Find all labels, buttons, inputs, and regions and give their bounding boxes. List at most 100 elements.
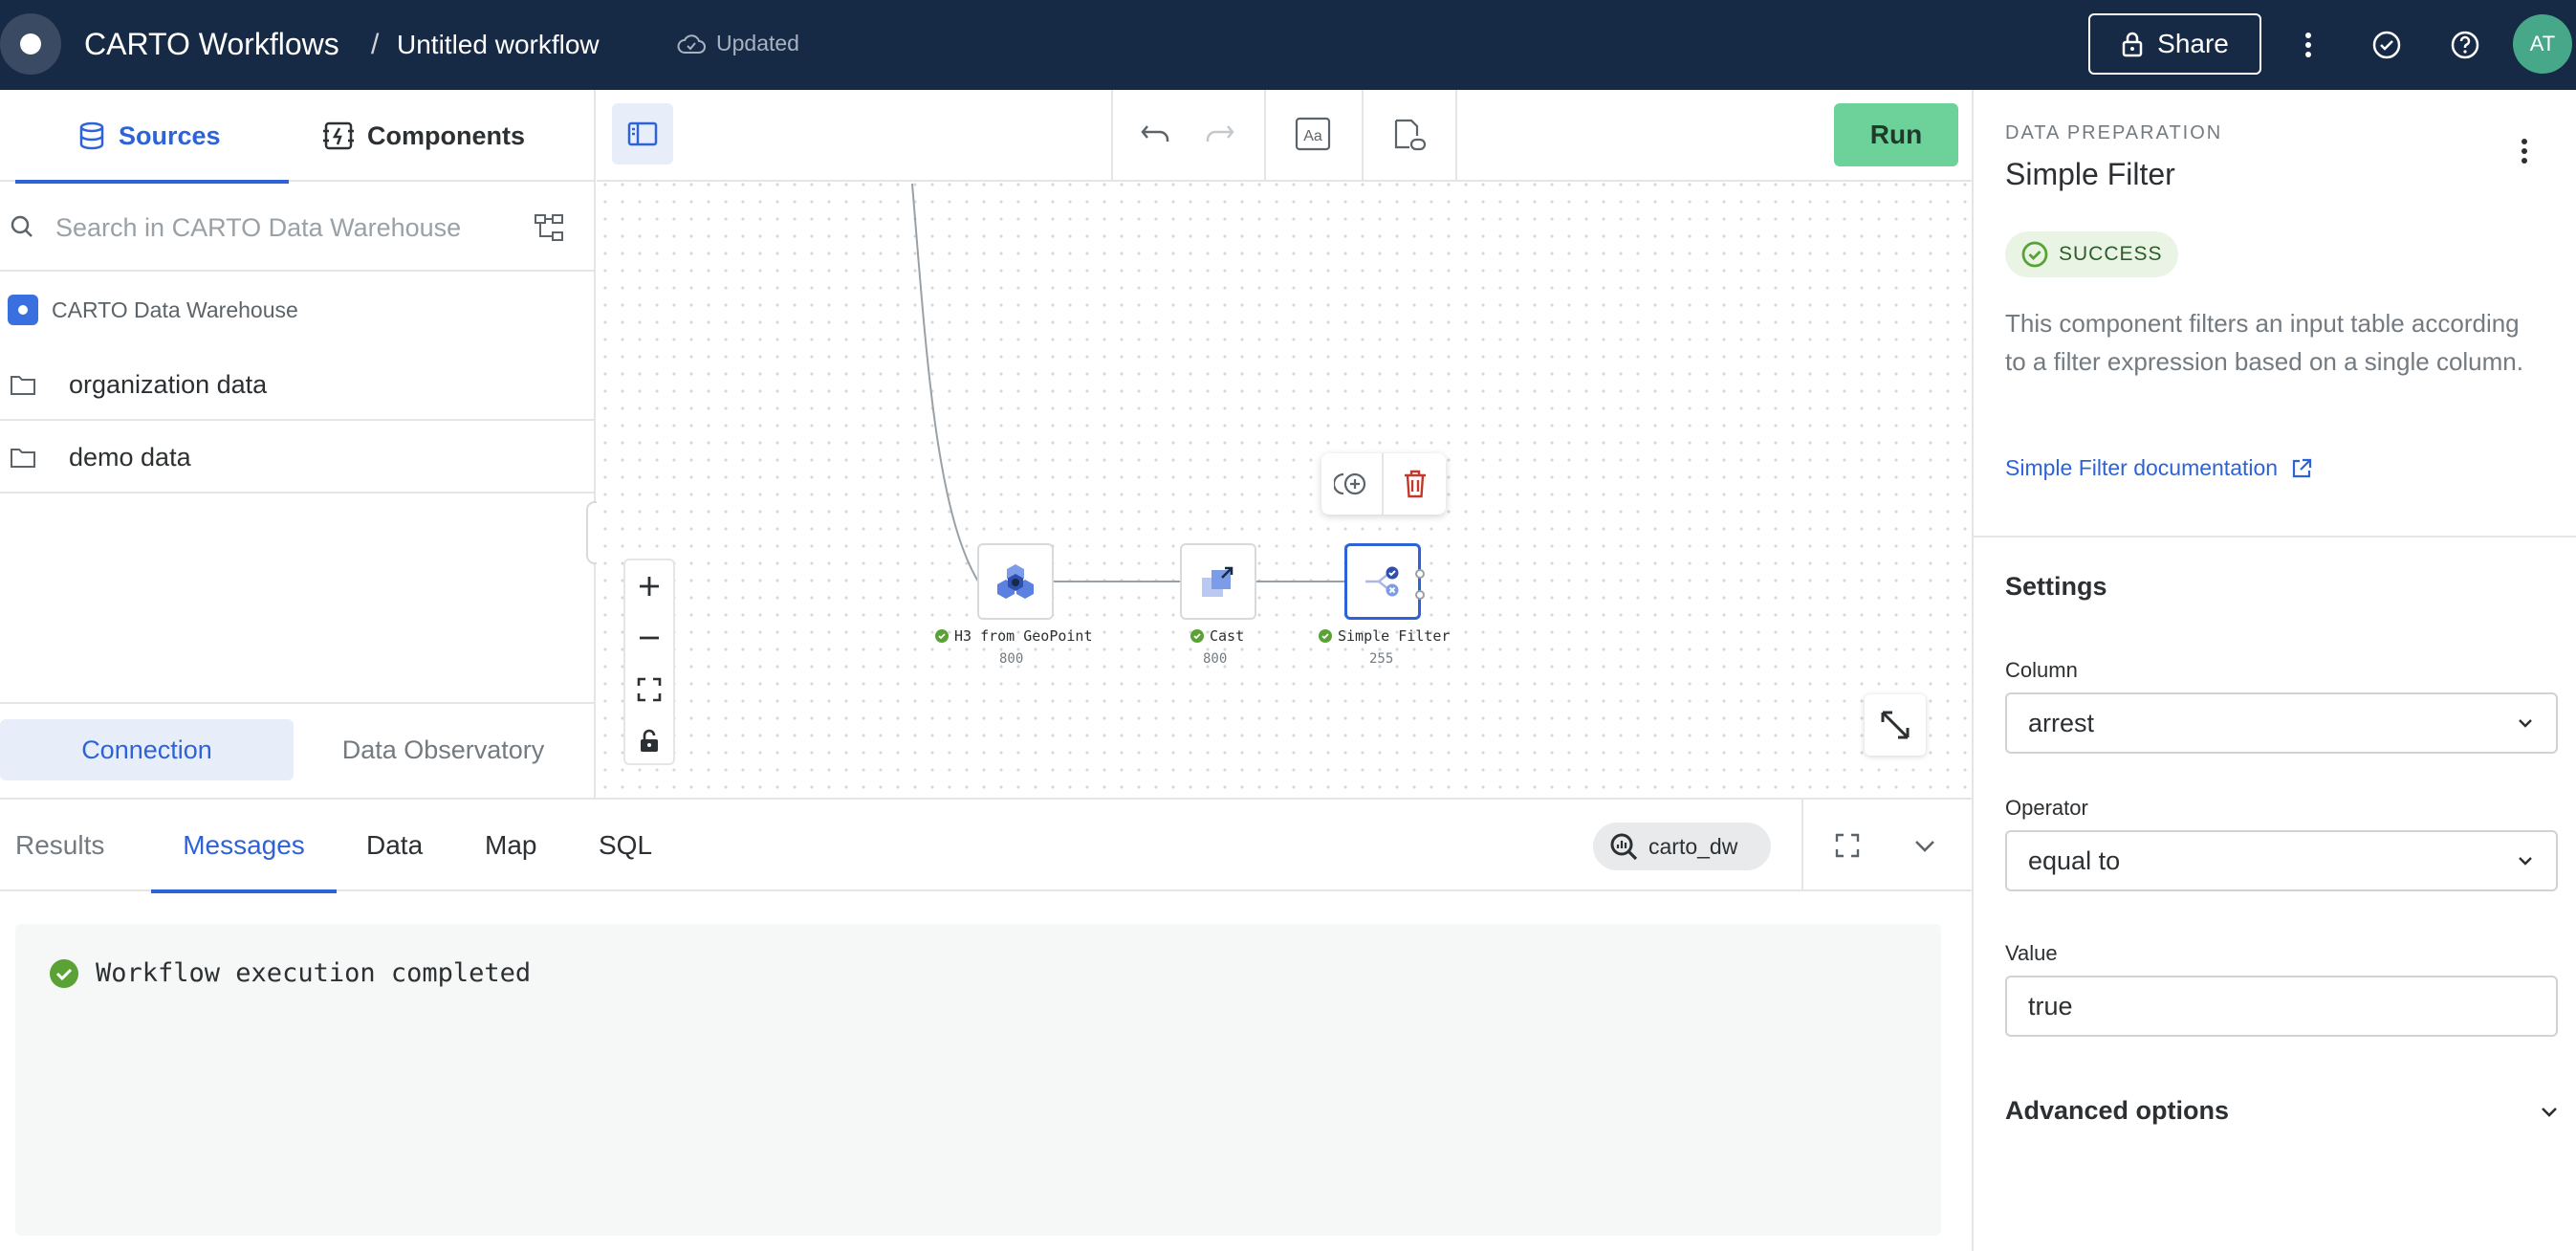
collapse-panel-icon[interactable] [1912, 836, 1937, 860]
more-vertical-icon[interactable] [2289, 26, 2327, 64]
node-label-simple-filter: Simple Filter [1319, 627, 1450, 645]
tab-sources-label: Sources [119, 121, 221, 150]
chevron-down-icon [2542, 1107, 2557, 1117]
node-actions-toolbar [1321, 453, 1446, 515]
node-label-text: H3 from GeoPoint [954, 627, 1093, 645]
documentation-link-label: Simple Filter documentation [2005, 455, 2279, 480]
tab-sources[interactable]: Sources [15, 90, 289, 184]
connection-chip-label: carto_dw [1648, 833, 1738, 859]
settings-title: Settings [2005, 572, 2107, 601]
external-link-icon [2292, 458, 2312, 477]
node-row-count: 800 [1203, 651, 1228, 667]
log-message-text: Workflow execution completed [96, 958, 532, 988]
search-input[interactable] [55, 205, 505, 251]
output-port-true[interactable] [1415, 569, 1425, 579]
output-port-false[interactable] [1415, 590, 1425, 600]
node-label-text: Simple Filter [1338, 627, 1451, 645]
column-label: Column [2005, 658, 2078, 682]
value-label: Value [2005, 941, 2058, 965]
tab-messages[interactable]: Messages [151, 800, 337, 893]
folder-icon [11, 449, 35, 468]
folder-organization-data[interactable]: organization data [0, 350, 594, 421]
add-branch-icon[interactable] [1321, 453, 1384, 515]
components-icon [323, 121, 354, 150]
tab-map[interactable]: Map [485, 800, 536, 891]
tab-sql[interactable]: SQL [599, 800, 652, 891]
lock-canvas-icon[interactable] [625, 715, 673, 767]
carto-logo[interactable] [0, 13, 61, 75]
check-circle-icon[interactable] [2368, 26, 2406, 64]
lock-icon [2122, 32, 2143, 57]
tab-data[interactable]: Data [366, 800, 423, 891]
expand-diagonal-icon [1881, 711, 1910, 739]
source-search [0, 184, 594, 272]
sources-sidebar: Sources Components CARTO Data Warehouse … [0, 90, 603, 798]
tab-components[interactable]: Components [323, 90, 525, 182]
results-tabs: Results Messages Data Map SQL carto_dw [0, 800, 1972, 893]
cloud-icon [677, 33, 706, 54]
folder-icon [11, 376, 35, 395]
help-icon[interactable] [2446, 26, 2484, 64]
node-simple-filter[interactable] [1344, 543, 1425, 620]
share-button[interactable]: Share [2088, 13, 2261, 75]
save-status: Updated [676, 31, 799, 56]
zoom-out-icon[interactable] [625, 612, 673, 664]
breadcrumb-separator: / [371, 29, 380, 60]
share-label: Share [2157, 29, 2229, 58]
user-avatar[interactable]: AT [2513, 14, 2572, 74]
tab-data-observatory[interactable]: Data Observatory [296, 719, 590, 780]
node-h3-from-geopoint[interactable] [977, 543, 1054, 620]
more-vertical-icon[interactable] [2521, 138, 2528, 169]
status-text: SUCCESS [2059, 243, 2163, 265]
h3-hexagon-icon [997, 564, 1034, 599]
column-select-value: arrest [2028, 708, 2095, 737]
expand-canvas-button[interactable] [1865, 694, 1926, 756]
delete-node-icon[interactable] [1384, 453, 1446, 515]
data-warehouse-icon [8, 295, 38, 325]
tab-connection[interactable]: Connection [0, 719, 294, 780]
tree-view-icon[interactable] [534, 212, 564, 243]
log-message: Workflow execution completed [50, 958, 531, 988]
connection-chip[interactable]: carto_dw [1593, 823, 1771, 870]
workflow-canvas[interactable]: Aa Run H3 from GeoPoint 800 Cast 800 Sim… [597, 90, 1972, 798]
results-panel: Results Messages Data Map SQL carto_dw W… [0, 798, 1972, 1251]
operator-select-value: equal to [2028, 845, 2121, 875]
component-settings-panel: DATA PREPARATION Simple Filter SUCCESS T… [1972, 90, 2576, 1251]
fullscreen-icon[interactable] [1834, 832, 1861, 864]
advanced-options-toggle[interactable]: Advanced options [2005, 1096, 2560, 1126]
workflow-connections [911, 183, 1344, 582]
tab-results[interactable]: Results [15, 800, 104, 891]
node-label-h3: H3 from GeoPoint [935, 627, 1093, 645]
sidebar-tabs: Sources Components [0, 90, 596, 184]
operator-select[interactable]: equal to [2005, 830, 2558, 891]
component-category: DATA PREPARATION [2005, 122, 2223, 143]
database-icon [79, 121, 104, 150]
folder-demo-data[interactable]: demo data [0, 423, 594, 494]
node-row-count: 800 [999, 651, 1024, 667]
node-cast[interactable] [1180, 543, 1256, 620]
column-select[interactable]: arrest [2005, 692, 2558, 754]
cast-icon [1202, 566, 1233, 597]
value-input[interactable]: true [2005, 976, 2558, 1037]
panel-divider [1974, 536, 2576, 538]
filter-split-icon [1365, 566, 1399, 597]
app-title[interactable]: CARTO Workflows [84, 27, 339, 62]
check-circle-icon [2021, 241, 2048, 268]
success-check-icon [1190, 629, 1204, 643]
search-icon [11, 215, 33, 237]
documentation-link[interactable]: Simple Filter documentation [2005, 455, 2312, 481]
workflow-title[interactable]: Untitled workflow [397, 30, 600, 60]
advanced-options-label: Advanced options [2005, 1096, 2230, 1125]
connection-header[interactable]: CARTO Data Warehouse [8, 295, 298, 325]
tabs-divider [1801, 800, 1803, 891]
chevron-down-icon [2519, 719, 2532, 728]
chevron-down-icon [2519, 857, 2532, 866]
fit-view-icon[interactable] [625, 664, 673, 715]
search-database-icon [1610, 833, 1638, 861]
node-row-count: 255 [1369, 651, 1394, 667]
value-input-text: true [2028, 991, 2073, 1021]
success-check-icon [935, 629, 949, 643]
zoom-controls [623, 559, 675, 765]
zoom-in-icon[interactable] [625, 560, 673, 612]
node-label-cast: Cast [1190, 627, 1244, 645]
